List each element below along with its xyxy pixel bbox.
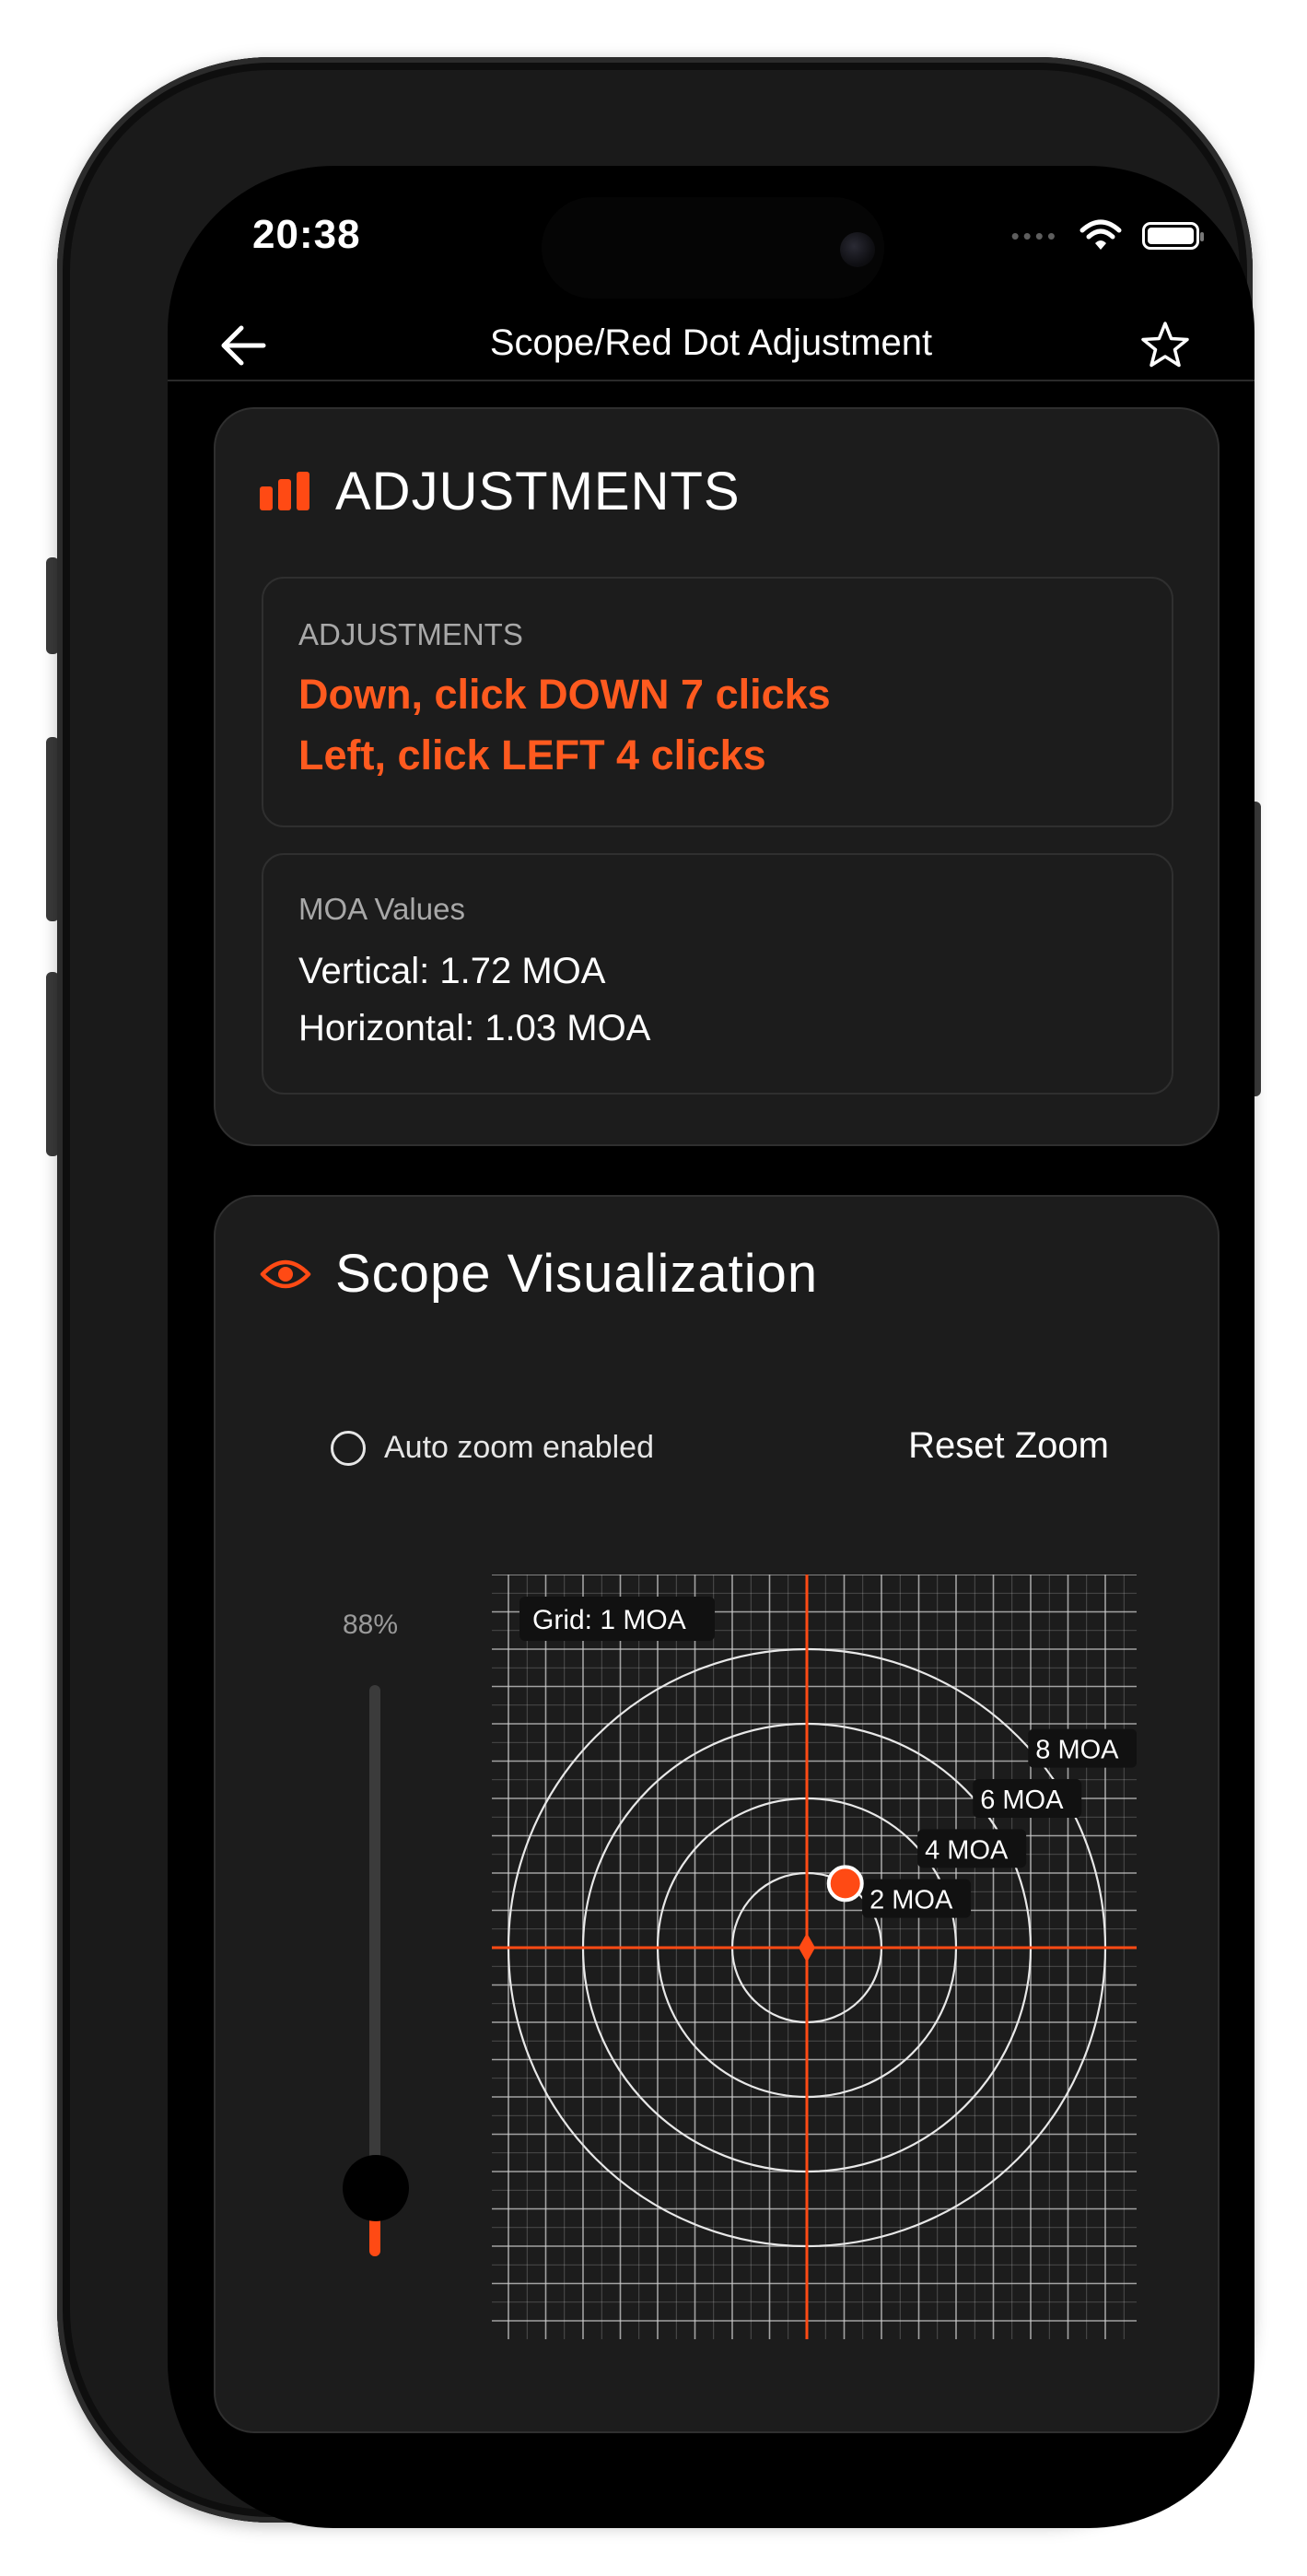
dynamic-island [542,197,884,299]
eye-icon [260,1259,311,1288]
moa-values-label: MOA Values [298,892,465,926]
impact-point [826,1865,864,1903]
adjustments-panel: ADJUSTMENTS Down, click DOWN 7 clicks Le… [262,577,1173,827]
wifi-icon [1079,219,1122,250]
phone-frame: 20:38 •••• Scope/Red Dot Adjustment ADJU… [57,57,1254,2528]
reset-zoom-button[interactable]: Reset Zoom [908,1425,1109,1467]
moa-ring-label-text: 2 MOA [869,1886,953,1915]
vertical-moa: Vertical: 1.72 MOA [298,951,606,991]
crosshair-center [799,1933,815,1962]
moa-values-panel: MOA Values Vertical: 1.72 MOA Horizontal… [262,853,1173,1095]
bar-chart-icon [260,471,309,510]
horizontal-moa: Horizontal: 1.03 MOA [298,1008,651,1048]
nav-bar: Scope/Red Dot Adjustment [168,304,1254,387]
moa-ring-label: 6 MOA [973,1778,1082,1818]
moa-ring-label: 8 MOA [1028,1728,1137,1768]
adjustments-title: ADJUSTMENTS [335,462,741,521]
adjustments-header: ADJUSTMENTS [260,461,741,522]
front-camera [840,232,875,267]
moa-ring-label: 4 MOA [917,1829,1027,1868]
moa-ring-label: 2 MOA [862,1879,972,1918]
scope-title: Scope Visualization [335,1244,819,1304]
grid-scale-label: Grid: 1 MOA [519,1597,715,1641]
status-icons: •••• [1010,217,1204,254]
adjustments-card: ADJUSTMENTS ADJUSTMENTS Down, click DOWN… [214,407,1219,1146]
zoom-slider-thumb[interactable] [343,2155,409,2221]
auto-zoom-radio[interactable] [331,1430,366,1466]
vertical-adjustment: Down, click DOWN 7 clicks [298,671,831,718]
nav-divider [168,380,1254,381]
screen: 20:38 •••• Scope/Red Dot Adjustment ADJU… [168,166,1254,2528]
moa-ring-label-text: 4 MOA [925,1835,1009,1865]
zoom-percent: 88% [343,1610,399,1640]
scope-header: Scope Visualization [260,1243,818,1305]
status-time: 20:38 [252,212,361,257]
auto-zoom-toggle[interactable]: Auto zoom enabled [331,1430,654,1466]
page-title: Scope/Red Dot Adjustment [489,322,933,363]
auto-zoom-label: Auto zoom enabled [384,1430,654,1465]
moa-ring-label-text: 8 MOA [1035,1736,1119,1765]
grid-scale-text: Grid: 1 MOA [532,1605,686,1635]
battery-icon [1142,222,1204,250]
adjustments-label: ADJUSTMENTS [298,617,523,651]
star-outline-icon[interactable] [1138,319,1192,372]
scope-grid[interactable]: 2 MOA 4 MOA 6 MOA 8 MOA Grid: 1 MOA [492,1575,1137,2339]
moa-ring-label-text: 6 MOA [980,1786,1064,1815]
horizontal-adjustment: Left, click LEFT 4 clicks [298,732,766,779]
signal-dots-icon: •••• [1010,221,1059,250]
scope-visualization-card: Scope Visualization Auto zoom enabled Re… [214,1195,1219,2433]
